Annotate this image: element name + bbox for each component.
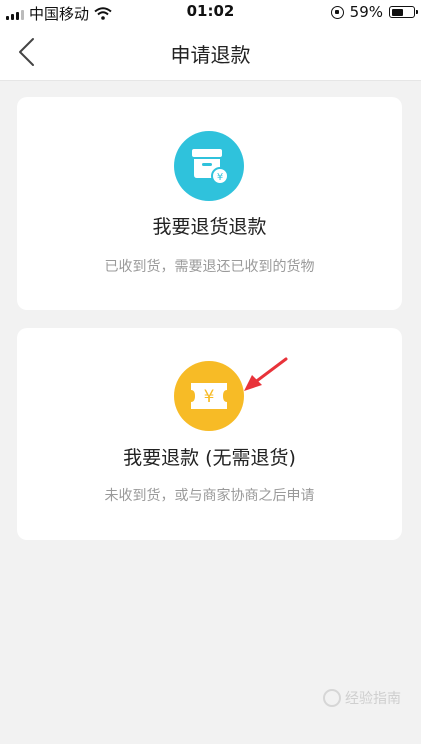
option-description: 已收到货，需要退还已收到的货物 <box>104 259 315 275</box>
watermark-text: 经验指南 <box>345 691 401 707</box>
return-and-refund-option[interactable]: ¥ 我要退货退款 已收到货，需要退还已收到的货物 <box>17 97 402 310</box>
page-title: 申请退款 <box>170 43 251 67</box>
svg-text:¥: ¥ <box>204 387 215 407</box>
watermark-logo-icon <box>323 689 341 707</box>
refund-only-option[interactable]: ¥ 我要退款 (无需退货) 未收到货，或与商家协商之后申请 <box>17 328 402 540</box>
annotation-arrow-icon <box>244 357 288 391</box>
option-title: 我要退款 (无需退货) <box>123 447 296 469</box>
status-right: 59% <box>330 3 418 21</box>
status-bar: 中国移动 01:02 59% <box>0 0 421 24</box>
watermark: 经验指南 <box>323 688 401 708</box>
ticket-yen-icon: ¥ <box>174 361 244 431</box>
option-title: 我要退货退款 <box>152 216 267 238</box>
battery-icon <box>389 6 418 18</box>
rotation-lock-icon <box>330 5 344 19</box>
navigation-bar: 申请退款 <box>0 24 421 81</box>
option-description: 未收到货，或与商家协商之后申请 <box>104 488 315 504</box>
svg-text:¥: ¥ <box>217 172 223 183</box>
battery-percent: 59% <box>349 3 383 21</box>
return-box-icon: ¥ <box>174 131 244 201</box>
